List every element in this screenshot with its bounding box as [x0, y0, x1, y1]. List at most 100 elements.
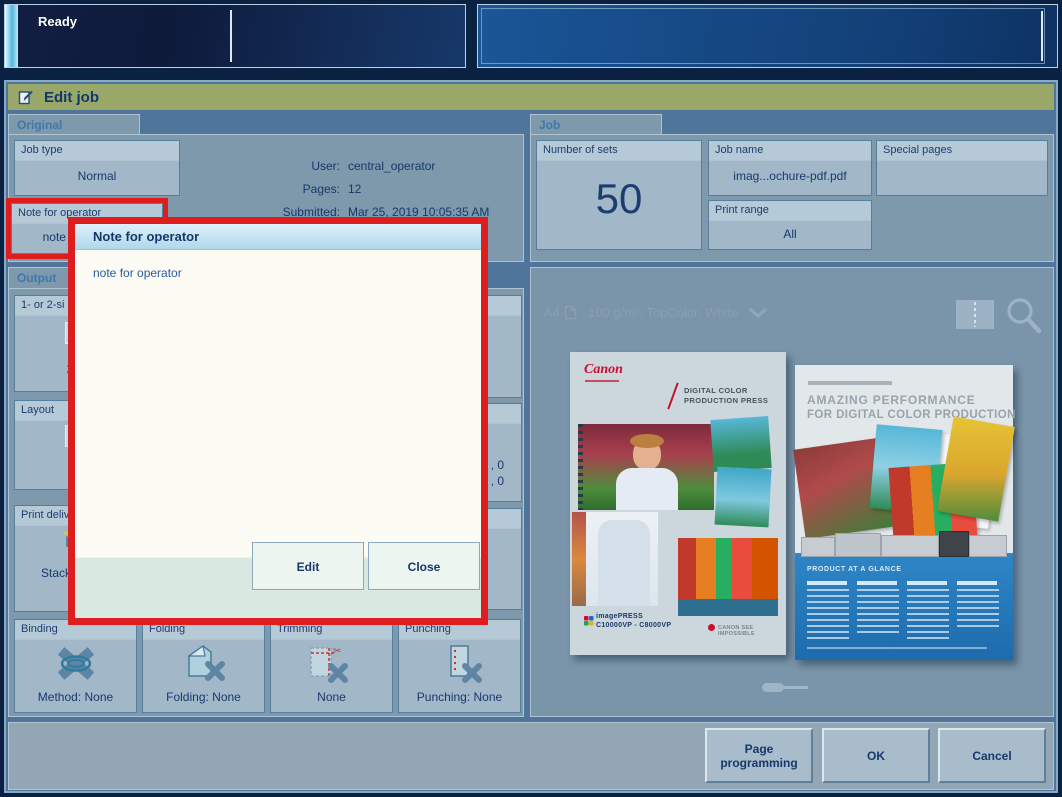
job-name-value: imag...ochure-pdf.pdf — [709, 169, 871, 183]
product-name: imagePRESS — [596, 613, 643, 620]
print-range-box[interactable]: Print range All — [708, 200, 872, 250]
fine-print-header — [808, 381, 892, 385]
window-titlebar: Edit job — [8, 84, 1054, 110]
punching-value: Punching: None — [399, 690, 520, 704]
trimming-value: None — [271, 690, 392, 704]
cancel-button[interactable]: Cancel — [938, 728, 1046, 783]
status-panel-right — [477, 4, 1058, 68]
machine-module — [881, 535, 939, 557]
preview-slider-track — [784, 686, 808, 689]
paper-details: , 100 g/m², TopColor, White — [581, 305, 738, 320]
trimming-box[interactable]: ✂ Trimming None — [270, 619, 393, 713]
number-of-sets-value: 50 — [537, 175, 701, 223]
preview-page-right: AMAZING PERFORMANCE FOR DIGITAL COLOR PR… — [795, 365, 1013, 660]
product-logo-dots — [584, 616, 589, 621]
close-button[interactable]: Close — [368, 542, 480, 590]
edit-button[interactable]: Edit — [252, 542, 364, 590]
paper-size: A4 — [544, 305, 560, 320]
machine-module-dark — [939, 531, 969, 557]
job-type-box[interactable]: Job type Normal — [14, 140, 180, 196]
tab-original: Original — [8, 114, 140, 135]
job-type-label: Job type — [15, 141, 179, 161]
fine-print-col-header — [957, 581, 997, 585]
fine-print-col-header — [907, 581, 947, 585]
status-accent-stripe — [5, 5, 18, 67]
canon-logo: Canon — [584, 362, 623, 378]
canon-sub-line — [585, 380, 619, 382]
fine-print-footnote — [807, 647, 987, 649]
edit-job-icon — [18, 89, 34, 105]
preview-page-left: Canon DIGITAL COLOR PRODUCTION PRESS ima… — [570, 352, 786, 655]
photo-colorful-houses — [678, 538, 778, 616]
special-pages-label: Special pages — [877, 141, 1047, 161]
status-panel-right-inner — [481, 8, 1045, 64]
note-for-operator-dialog: Note for operator note for operator Edit… — [68, 217, 488, 625]
booklet-spine — [974, 302, 976, 327]
print-range-value: All — [709, 227, 871, 241]
info-user-value: central_operator — [348, 155, 435, 178]
cancel-label: Cancel — [972, 749, 1011, 763]
press-tagline-1: DIGITAL COLOR — [684, 386, 748, 395]
print-range-label: Print range — [709, 201, 871, 221]
dialog-title: Note for operator — [75, 224, 481, 250]
canon-dot-icon — [708, 624, 715, 631]
printer-status-text: Ready — [38, 14, 77, 29]
photo-palm-1 — [710, 416, 771, 472]
booklet-view-icon[interactable] — [956, 300, 994, 329]
fine-print-lines — [857, 589, 899, 635]
zoom-magnifier-icon[interactable] — [1003, 295, 1045, 337]
collage-yellow — [937, 416, 1015, 521]
brochure-title-1: AMAZING PERFORMANCE — [807, 393, 976, 407]
fine-print-lines — [907, 589, 949, 641]
binding-value: Method: None — [15, 690, 136, 704]
job-name-box[interactable]: Job name imag...ochure-pdf.pdf — [708, 140, 872, 196]
special-pages-box[interactable]: Special pages — [876, 140, 1048, 196]
punching-icon — [441, 644, 485, 684]
status-panel-left: Ready — [4, 4, 466, 68]
folding-box[interactable]: Folding Folding: None — [142, 619, 265, 713]
status-divider — [230, 10, 232, 62]
fine-print-col-header — [857, 581, 897, 585]
red-slash — [667, 383, 678, 410]
ok-button[interactable]: OK — [822, 728, 930, 783]
paper-sheet-icon — [564, 305, 577, 320]
dialog-note-text: note for operator — [93, 266, 182, 280]
dialog-footer: Edit Close — [75, 557, 481, 618]
ok-label: OK — [867, 749, 885, 763]
photo-man-shirt — [572, 512, 658, 606]
fine-print-col-header — [807, 581, 847, 585]
info-pages-value: 12 — [348, 178, 361, 201]
press-machine-image — [801, 531, 1007, 557]
page-programming-button[interactable]: Page programming — [705, 728, 813, 783]
number-of-sets-box[interactable]: Number of sets 50 — [536, 140, 702, 250]
screen: Ready Edit job Original Job type Normal … — [0, 0, 1062, 797]
trimming-icon: ✂ — [305, 644, 357, 684]
info-user-label: User: — [240, 155, 340, 178]
photo-market-strip — [572, 512, 586, 606]
status-marker — [1041, 11, 1043, 61]
machine-module — [969, 535, 1007, 557]
photo-man-stadium — [578, 424, 714, 510]
binding-box[interactable]: Binding Method: None — [14, 619, 137, 713]
job-info-block: User:central_operator Pages:12 Submitted… — [240, 155, 500, 224]
fine-print-lines — [807, 589, 849, 641]
machine-module — [801, 537, 835, 557]
svg-text:✂: ✂ — [333, 646, 341, 657]
shirt — [616, 468, 678, 510]
preview-slider-handle[interactable] — [762, 683, 784, 692]
folding-icon — [183, 644, 227, 682]
canon-footer-text: CANON SEE IMPOSSIBLE — [718, 625, 786, 637]
folding-value: Folding: None — [143, 690, 264, 704]
dialog-inner: Note for operator note for operator Edit… — [75, 224, 481, 618]
chevron-down-icon — [748, 307, 768, 319]
job-type-value: Normal — [15, 169, 179, 183]
brochure-title-2: FOR DIGITAL COLOR PRODUCTION — [807, 409, 1016, 421]
paper-selector[interactable]: A4 , 100 g/m², TopColor, White — [544, 305, 768, 320]
tab-job: Job — [530, 114, 662, 135]
punching-box[interactable]: Punching Punching: None — [398, 619, 521, 713]
hair — [630, 434, 664, 448]
shirt-body — [598, 520, 650, 606]
fine-print-lines — [957, 589, 999, 629]
info-pages-label: Pages: — [240, 178, 340, 201]
machine-module — [835, 533, 881, 557]
